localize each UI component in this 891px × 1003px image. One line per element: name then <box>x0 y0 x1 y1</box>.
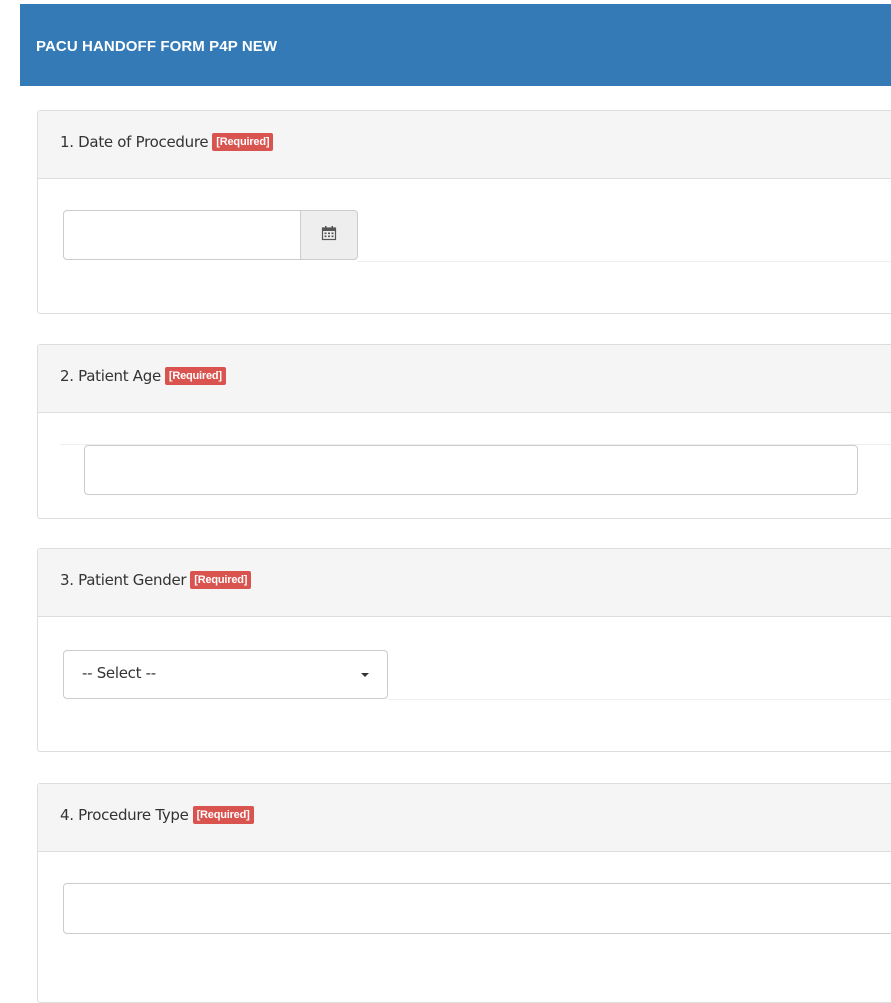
question-header: 3. Patient Gender [Required] <box>38 549 891 617</box>
question-header: 2. Patient Age [Required] <box>38 345 891 413</box>
procedure-type-input[interactable] <box>63 883 891 934</box>
question-text: 3. Patient Gender <box>60 571 187 589</box>
question-label: 3. Patient Gender [Required] <box>60 571 252 589</box>
question-panel-age: 2. Patient Age [Required] <box>37 344 891 519</box>
date-input[interactable] <box>63 210 303 260</box>
question-header: 4. Procedure Type [Required] <box>38 784 891 852</box>
form-title: PACU HANDOFF FORM P4P NEW <box>36 38 278 55</box>
age-input[interactable] <box>84 445 858 495</box>
question-panel-date: 1. Date of Procedure [Required] <box>37 110 891 314</box>
question-label: 4. Procedure Type [Required] <box>60 806 254 824</box>
question-label: 1. Date of Procedure [Required] <box>60 133 274 151</box>
question-label: 2. Patient Age [Required] <box>60 367 226 385</box>
required-badge: [Required] <box>212 133 274 151</box>
question-header: 1. Date of Procedure [Required] <box>38 111 891 179</box>
required-badge: [Required] <box>164 367 226 385</box>
calendar-icon <box>321 225 337 246</box>
required-badge: [Required] <box>190 571 252 589</box>
question-text: 1. Date of Procedure <box>60 133 209 151</box>
select-value: -- Select -- <box>82 664 156 682</box>
divider <box>358 261 891 262</box>
chevron-down-icon <box>361 673 369 677</box>
required-badge: [Required] <box>192 806 254 824</box>
question-panel-procedure-type: 4. Procedure Type [Required] <box>37 783 891 1003</box>
form-header: PACU HANDOFF FORM P4P NEW <box>20 4 891 86</box>
question-text: 2. Patient Age <box>60 367 161 385</box>
calendar-button[interactable] <box>300 210 358 260</box>
question-text: 4. Procedure Type <box>60 806 189 824</box>
question-panel-gender: 3. Patient Gender [Required] -- Select -… <box>37 548 891 752</box>
divider <box>388 699 891 700</box>
gender-select[interactable]: -- Select -- <box>63 650 388 699</box>
